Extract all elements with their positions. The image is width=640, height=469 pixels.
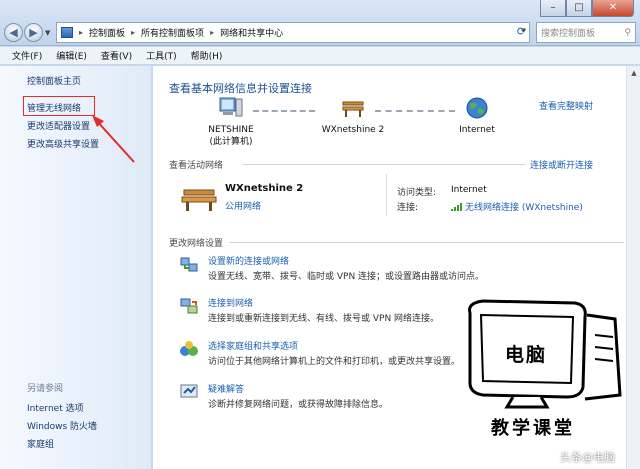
minimize-button[interactable]: –	[540, 0, 566, 17]
forward-button[interactable]: ▶	[24, 23, 43, 42]
breadcrumb-network-center[interactable]: 网络和共享中心	[220, 26, 283, 39]
menu-edit[interactable]: 编辑(E)	[56, 49, 87, 62]
page-title: 查看基本网络信息并设置连接	[169, 82, 312, 95]
task-title[interactable]: 疑难解答	[208, 382, 244, 395]
task-title[interactable]: 设置新的连接或网络	[208, 254, 289, 267]
maximize-button[interactable]: □	[566, 0, 592, 17]
breadcrumb-control-panel[interactable]: 控制面板	[89, 26, 125, 39]
sidebar: 控制面板主页 管理无线网络 更改适配器设置 更改高级共享设置 另请参阅 Inte…	[0, 66, 152, 469]
globe-icon	[466, 97, 488, 119]
task-description: 连接到或重新连接到无线、有线、拨号或 VPN 网络连接。	[208, 314, 440, 324]
logo-text: 教学课堂	[491, 418, 575, 439]
view-full-map-link[interactable]: 查看完整映射	[539, 99, 593, 112]
map-node-label: Internet	[459, 125, 495, 135]
sidebar-home-link[interactable]: 控制面板主页	[27, 74, 81, 87]
menu-bar: 文件(F) 编辑(E) 查看(V) 工具(T) 帮助(H)	[0, 47, 640, 65]
connection-link[interactable]: 无线网络连接 (WXnetshine)	[451, 200, 583, 213]
chevron-right-icon[interactable]: ▸	[210, 28, 214, 37]
address-bar[interactable]: ▸ 控制面板 ▸ 所有控制面板项 ▸ 网络和共享中心 ▾	[56, 22, 530, 43]
change-settings-heading: 更改网络设置	[169, 239, 224, 249]
chevron-right-icon[interactable]: ▸	[79, 28, 83, 37]
map-node-sublabel: (此计算机)	[209, 137, 253, 147]
close-button[interactable]: ✕	[592, 0, 634, 17]
see-also-heading: 另请参阅	[27, 384, 64, 394]
back-button[interactable]: ◀	[4, 23, 23, 42]
new-connection-icon	[180, 257, 198, 272]
connect-disconnect-link[interactable]: 连接或断开连接	[530, 158, 593, 171]
active-network-heading: 查看活动网络	[169, 161, 224, 171]
see-also-internet-options[interactable]: Internet 选项	[27, 401, 84, 414]
map-node-computer[interactable]: NETSHINE (此计算机)	[199, 96, 263, 148]
search-placeholder: 搜索控制面板	[541, 29, 596, 39]
access-type-label: 访问类型:	[397, 188, 437, 198]
search-input[interactable]: 搜索控制面板 ⚲	[536, 22, 636, 43]
active-network-type-link[interactable]: 公用网络	[225, 199, 261, 212]
breadcrumb-all-items[interactable]: 所有控制面板项	[141, 26, 204, 39]
wifi-signal-icon	[451, 202, 462, 211]
active-network-name: WXnetshine 2	[225, 183, 304, 194]
map-node-label: WXnetshine 2	[321, 125, 385, 135]
computer-icon	[219, 97, 243, 117]
control-panel-icon	[61, 27, 73, 38]
map-node-label: NETSHINE	[208, 125, 254, 135]
connect-network-icon	[180, 298, 198, 314]
map-node-internet[interactable]: Internet	[449, 96, 505, 136]
menu-file[interactable]: 文件(F)	[12, 49, 42, 62]
logo-text: 电脑	[505, 344, 548, 366]
bench-icon	[342, 101, 364, 117]
title-bar: – □ ✕ ◀ ▶ ▼ ▸ 控制面板 ▸ 所有控制面板项 ▸ 网络和共享中心 ▾…	[0, 0, 640, 46]
menu-help[interactable]: 帮助(H)	[191, 49, 223, 62]
homegroup-icon	[180, 341, 198, 356]
section-divider	[243, 164, 525, 165]
highlight-box	[23, 96, 95, 116]
search-icon[interactable]: ⚲	[624, 28, 631, 38]
bench-icon	[181, 189, 217, 211]
sidebar-change-adapter[interactable]: 更改适配器设置	[27, 119, 90, 132]
window-controls: – □ ✕	[540, 0, 634, 18]
chevron-right-icon[interactable]: ▸	[131, 28, 135, 37]
see-also-homegroup[interactable]: 家庭组	[27, 437, 54, 450]
scroll-up-icon[interactable]: ▲	[627, 66, 640, 80]
connection-value[interactable]: 无线网络连接 (WXnetshine)	[465, 200, 583, 213]
task-title[interactable]: 连接到网络	[208, 296, 253, 309]
troubleshoot-icon	[180, 384, 198, 398]
connection-label: 连接:	[397, 203, 419, 213]
recent-pages-dropdown[interactable]: ▼	[45, 29, 50, 37]
access-type-value: Internet	[451, 185, 487, 195]
watermark: 头条@电脑	[560, 451, 615, 464]
menu-tools[interactable]: 工具(T)	[146, 49, 177, 62]
map-node-network[interactable]: WXnetshine 2	[313, 96, 393, 136]
task-title[interactable]: 选择家庭组和共享选项	[208, 339, 298, 352]
refresh-icon[interactable]: ⟳	[512, 22, 531, 43]
task-description: 访问位于其他网络计算机上的文件和打印机，或更改共享设置。	[208, 357, 461, 367]
section-divider	[229, 242, 624, 243]
sidebar-advanced-sharing[interactable]: 更改高级共享设置	[27, 137, 99, 150]
task-description: 诊断并修复网络问题，或获得故障排除信息。	[208, 400, 389, 410]
see-also-firewall[interactable]: Windows 防火墙	[27, 419, 97, 432]
task-description: 设置无线、宽带、拨号、临时或 VPN 连接；或设置路由器或访问点。	[208, 272, 485, 282]
menu-view[interactable]: 查看(V)	[101, 49, 132, 62]
vertical-divider	[386, 174, 387, 216]
